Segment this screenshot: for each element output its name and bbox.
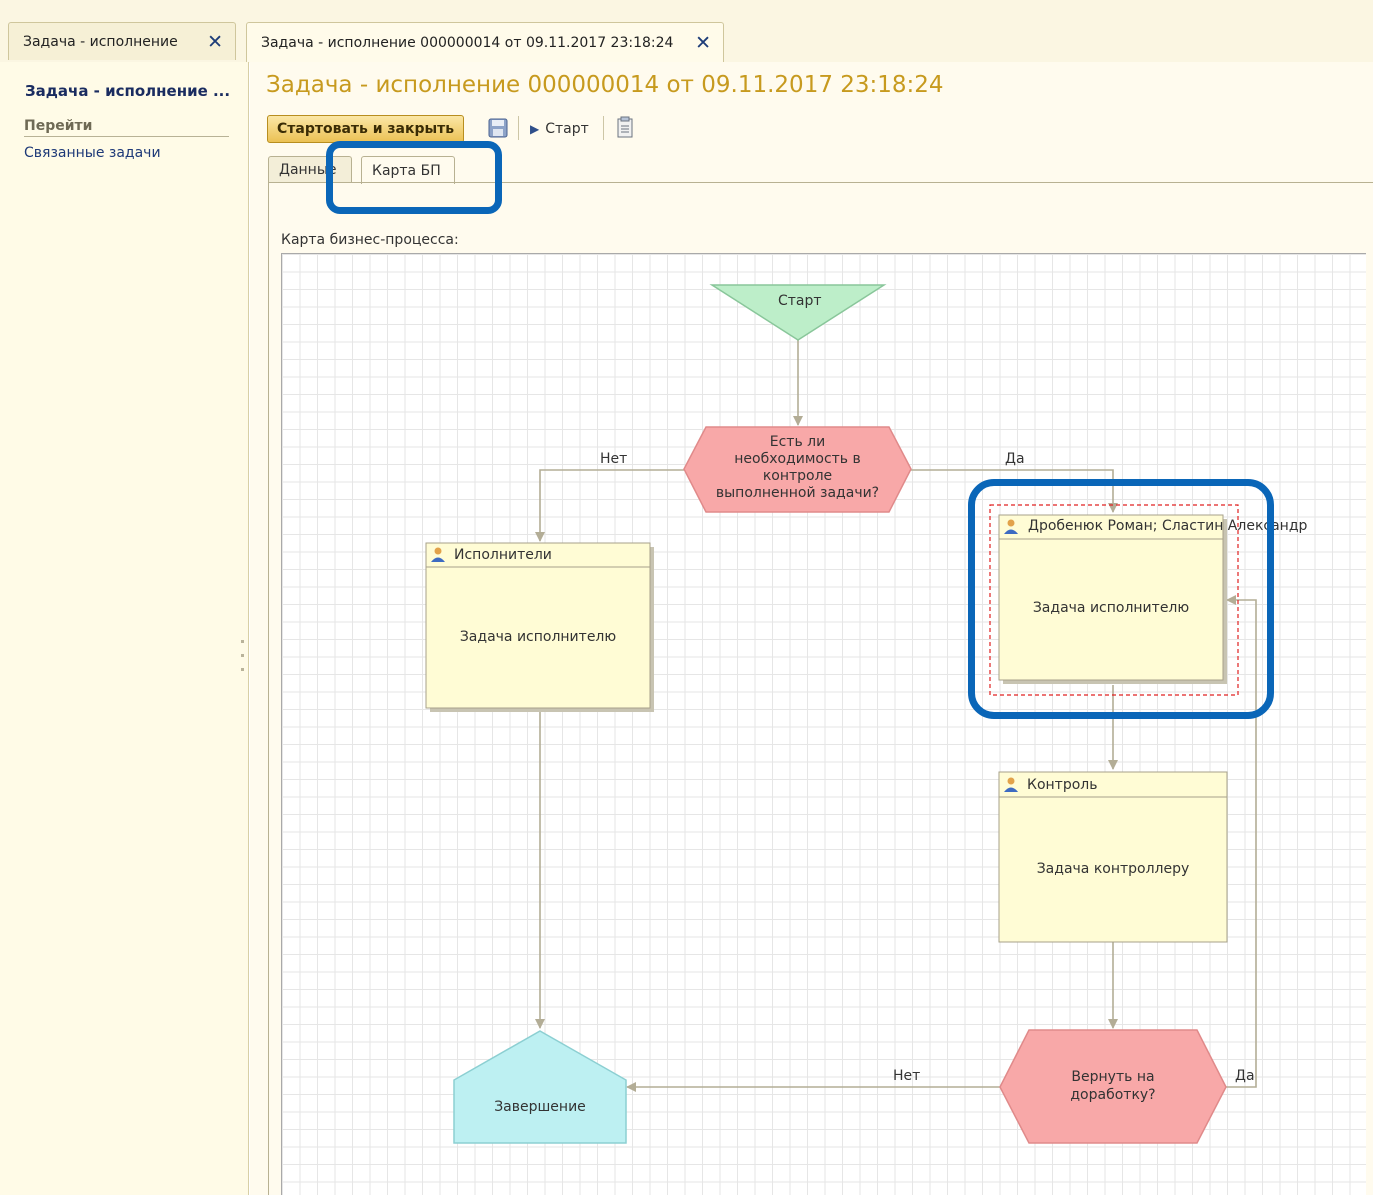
condition-node-label: Вернуть на доработку? [1029, 1068, 1197, 1104]
task-body-label: Задача исполнителю [459, 629, 617, 645]
condition-node-label: Есть ли необходимость в контроле выполне… [706, 434, 889, 502]
flow-line-no [535, 469, 685, 542]
condition-line: контроле [762, 468, 833, 484]
task-header-label: Контроль [1027, 777, 1098, 793]
branch-yes-label: Да [1005, 451, 1025, 467]
highlight-frame-tab [326, 141, 502, 214]
condition-line: необходимость в [734, 451, 861, 467]
branch-no-label: Нет [893, 1068, 921, 1084]
condition-line: выполненной задачи? [715, 485, 880, 501]
end-node-label: Завершение [494, 1099, 586, 1115]
task-body-label: Задача контроллеру [1036, 861, 1190, 877]
task-node-executors[interactable] [425, 542, 651, 709]
condition-line: Есть ли [769, 434, 826, 450]
highlight-frame-task [968, 479, 1274, 719]
condition-line: Вернуть на [1071, 1069, 1155, 1085]
branch-yes-label: Да [1235, 1068, 1255, 1084]
task-header-label: Исполнители [454, 547, 552, 563]
start-node-label: Старт [778, 293, 822, 309]
branch-no-label: Нет [600, 451, 628, 467]
condition-line: доработку? [1070, 1087, 1156, 1103]
end-node-shape[interactable] [453, 1030, 627, 1144]
